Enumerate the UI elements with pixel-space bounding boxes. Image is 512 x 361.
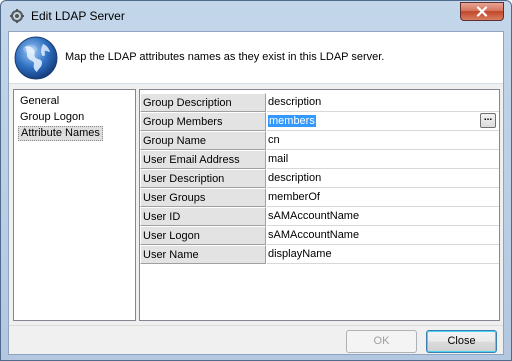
- attribute-value-cell[interactable]: cn: [267, 131, 499, 150]
- attribute-grid-panel: Group Description description Group Member…: [139, 89, 500, 321]
- attribute-name-cell: Group Members: [140, 112, 266, 131]
- header-instructions: Map the LDAP attributes names as they ex…: [65, 51, 385, 63]
- attribute-row[interactable]: User Name displayName: [140, 245, 499, 264]
- attribute-value-cell[interactable]: description: [267, 93, 499, 112]
- attribute-row[interactable]: User Description description: [140, 169, 499, 188]
- attribute-value-cell[interactable]: memberOf: [267, 188, 499, 207]
- dialog-footer: OK Close: [9, 325, 503, 355]
- attribute-name-cell: User ID: [140, 207, 266, 226]
- edit-ldap-server-dialog: Edit LDAP Server Map the LDAP attributes…: [0, 0, 512, 361]
- close-window-button[interactable]: [460, 2, 504, 21]
- attribute-grid: Group Description description Group Member…: [140, 93, 499, 264]
- attribute-value-cell[interactable]: sAMAccountName: [267, 207, 499, 226]
- ldap-app-icon: [9, 8, 25, 24]
- attribute-name-cell: User Groups: [140, 188, 266, 207]
- window-title: Edit LDAP Server: [31, 9, 125, 23]
- close-button[interactable]: Close: [426, 330, 497, 353]
- attribute-row[interactable]: User Logon sAMAccountName: [140, 226, 499, 245]
- globe-icon: [13, 35, 59, 81]
- attribute-row[interactable]: User Groups memberOf: [140, 188, 499, 207]
- attribute-value-cell[interactable]: displayName: [267, 245, 499, 264]
- nav-item-attribute-names[interactable]: Attribute Names: [18, 126, 103, 141]
- selected-value-text: members: [268, 115, 316, 127]
- close-icon: [476, 6, 488, 17]
- nav-item-group-logon[interactable]: Group Logon: [18, 110, 86, 125]
- browse-ellipsis-button[interactable]: ...: [480, 113, 496, 128]
- attribute-value-input[interactable]: members...: [267, 112, 499, 131]
- nav-item-general[interactable]: General: [18, 94, 61, 109]
- attribute-row[interactable]: Group Name cn: [140, 131, 499, 150]
- attribute-value-cell[interactable]: description: [267, 169, 499, 188]
- attribute-row[interactable]: Group Description description: [140, 93, 499, 112]
- attribute-name-cell: Group Description: [140, 93, 266, 112]
- attribute-name-cell: Group Name: [140, 131, 266, 150]
- attribute-value-cell[interactable]: sAMAccountName: [267, 226, 499, 245]
- dialog-body: Map the LDAP attributes names as they ex…: [8, 31, 504, 355]
- attribute-row[interactable]: User Email Address mail: [140, 150, 499, 169]
- ok-button[interactable]: OK: [346, 330, 417, 353]
- settings-nav-list[interactable]: General Group Logon Attribute Names: [13, 89, 136, 321]
- attribute-row[interactable]: Group Members members...: [140, 112, 499, 131]
- attribute-name-cell: User Description: [140, 169, 266, 188]
- attribute-row[interactable]: User ID sAMAccountName: [140, 207, 499, 226]
- attribute-name-cell: User Email Address: [140, 150, 266, 169]
- title-bar[interactable]: Edit LDAP Server: [1, 1, 511, 31]
- header-band: Map the LDAP attributes names as they ex…: [9, 32, 503, 84]
- attribute-value-cell[interactable]: mail: [267, 150, 499, 169]
- attribute-name-cell: User Logon: [140, 226, 266, 245]
- attribute-name-cell: User Name: [140, 245, 266, 264]
